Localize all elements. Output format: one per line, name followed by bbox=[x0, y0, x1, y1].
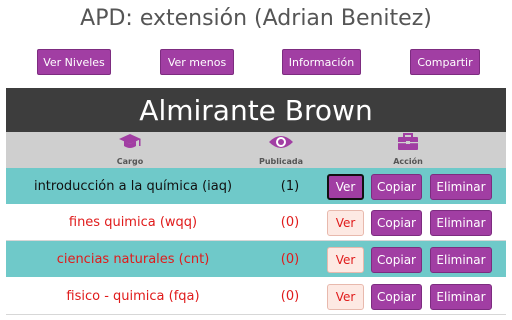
compartir-button[interactable]: Compartir bbox=[410, 49, 480, 75]
column-header-cargo: Cargo bbox=[100, 132, 160, 168]
copiar-button[interactable]: Copiar bbox=[371, 247, 422, 273]
district-title: Almirante Brown bbox=[139, 93, 373, 127]
briefcase-icon bbox=[397, 133, 419, 155]
copiar-button[interactable]: Copiar bbox=[371, 284, 422, 310]
column-label-accion: Acción bbox=[393, 157, 423, 166]
ver-menos-button[interactable]: Ver menos bbox=[160, 49, 234, 75]
ver-button[interactable]: Ver bbox=[327, 174, 364, 200]
table-header: Cargo Publicada Acción bbox=[6, 132, 506, 168]
copiar-button[interactable]: Copiar bbox=[371, 174, 422, 200]
district-banner: Almirante Brown bbox=[6, 88, 506, 132]
page-title: APD: extensión (Adrian Benitez) bbox=[80, 6, 432, 31]
table-row: introducción a la química (iaq) (1) Ver … bbox=[6, 168, 506, 204]
eliminar-button[interactable]: Eliminar bbox=[430, 174, 492, 200]
ver-button[interactable]: Ver bbox=[327, 210, 364, 236]
published-count: (0) bbox=[280, 288, 300, 304]
column-header-publicada: Publicada bbox=[246, 132, 316, 168]
cargo-name: ciencias naturales (cnt) bbox=[56, 251, 210, 267]
published-count: (0) bbox=[280, 251, 300, 267]
eliminar-button[interactable]: Eliminar bbox=[430, 210, 492, 236]
published-count: (1) bbox=[280, 178, 300, 194]
cargo-name: fisico - quimica (fqa) bbox=[66, 288, 200, 304]
eliminar-button[interactable]: Eliminar bbox=[430, 284, 492, 310]
copiar-button[interactable]: Copiar bbox=[371, 210, 422, 236]
table-row: ciencias naturales (cnt) (0) Ver Copiar … bbox=[6, 241, 506, 277]
column-label-cargo: Cargo bbox=[116, 157, 144, 166]
eye-icon bbox=[268, 133, 294, 155]
column-label-publicada: Publicada bbox=[258, 157, 304, 166]
ver-button[interactable]: Ver bbox=[327, 247, 364, 273]
eliminar-button[interactable]: Eliminar bbox=[430, 247, 492, 273]
published-count: (0) bbox=[280, 214, 300, 230]
graduation-cap-icon bbox=[118, 133, 142, 155]
table-row: fisico - quimica (fqa) (0) Ver Copiar El… bbox=[6, 278, 506, 315]
informacion-button[interactable]: Información bbox=[282, 49, 361, 75]
ver-niveles-button[interactable]: Ver Niveles bbox=[37, 49, 111, 75]
table-row: fines quimica (wqq) (0) Ver Copiar Elimi… bbox=[6, 204, 506, 241]
ver-button[interactable]: Ver bbox=[327, 284, 364, 310]
cargo-name: fines quimica (wqq) bbox=[68, 214, 198, 230]
cargo-name: introducción a la química (iaq) bbox=[33, 178, 233, 194]
column-header-accion: Acción bbox=[378, 132, 438, 168]
